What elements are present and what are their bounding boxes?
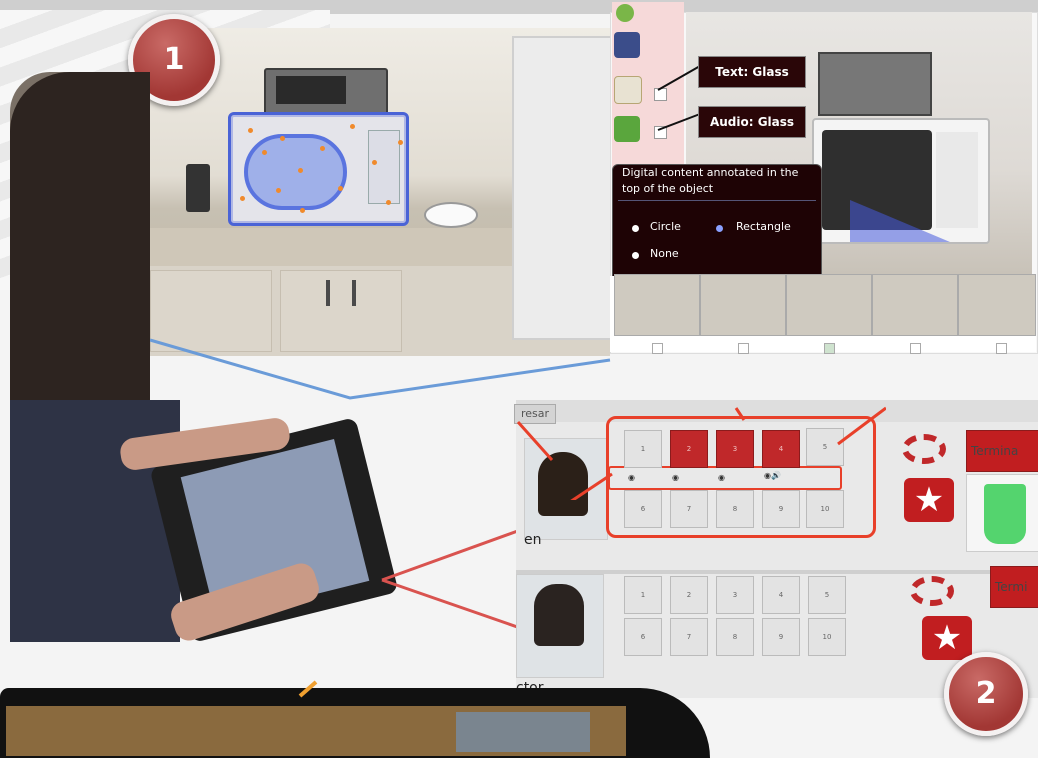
feature-point (350, 124, 355, 129)
option-rectangle-label[interactable]: Rectangle (736, 220, 791, 233)
cabinet-handle (326, 280, 330, 306)
star-reward-icon[interactable]: ★ (922, 616, 972, 660)
thumbnail-checkbox[interactable] (996, 343, 1007, 354)
activity-square[interactable]: 8 (716, 618, 754, 656)
text-annotation-label: Text: Glass (698, 56, 806, 88)
activity-square[interactable]: 4 (762, 576, 800, 614)
radio-none[interactable] (632, 252, 639, 259)
student-name: en (524, 532, 542, 548)
option-circle-label[interactable]: Circle (650, 220, 681, 233)
annotation-arrows (516, 406, 886, 500)
mobile-thumbnail (456, 712, 590, 752)
feature-point (386, 200, 391, 205)
help-lifebuoy-icon[interactable] (902, 434, 946, 464)
finish-button[interactable]: Termina (966, 430, 1038, 472)
thumbnail[interactable] (786, 274, 872, 336)
feature-point (240, 196, 245, 201)
thumbnail-checkbox[interactable] (910, 343, 921, 354)
activity-square[interactable]: 3 (716, 576, 754, 614)
feature-point (300, 208, 305, 213)
feature-point (248, 128, 253, 133)
feature-point (276, 188, 281, 193)
editor-microwave-panel (936, 132, 978, 228)
microwave-panel (368, 130, 400, 204)
orange-arrow (298, 680, 318, 698)
microwave-door (244, 134, 347, 210)
step-badge-2: 2 (944, 652, 1028, 736)
activity-square[interactable]: 1 (624, 576, 662, 614)
star-reward-icon[interactable]: ★ (904, 478, 954, 522)
connector-line (149, 338, 611, 400)
activity-square[interactable]: 2 (670, 576, 708, 614)
thumbnail[interactable] (872, 274, 958, 336)
feature-point (398, 140, 403, 145)
help-lifebuoy-icon[interactable] (910, 576, 954, 606)
radio-rectangle[interactable] (716, 225, 723, 232)
fridge (512, 36, 612, 340)
popup-title: Digital content annotated in the top of … (622, 166, 799, 195)
audio-icon[interactable] (614, 116, 640, 142)
toaster-window (276, 76, 346, 104)
edit-text-icon[interactable] (614, 76, 642, 104)
audio-annotation-label: Audio: Glass (698, 106, 806, 138)
plate (424, 202, 478, 228)
radio-circle[interactable] (632, 225, 639, 232)
popup-divider (618, 200, 816, 201)
activity-square[interactable]: 5 (808, 576, 846, 614)
canister (186, 164, 210, 212)
feature-point (298, 168, 303, 173)
activity-square[interactable]: 10 (808, 618, 846, 656)
add-icon[interactable] (616, 4, 634, 22)
feature-point (280, 136, 285, 141)
student-avatar (534, 584, 584, 646)
finish-button[interactable]: Termi (990, 566, 1038, 608)
activity-square[interactable]: 9 (762, 618, 800, 656)
activity-square[interactable]: 7 (670, 618, 708, 656)
editor-toaster (818, 52, 932, 116)
thumbnail[interactable] (614, 274, 700, 336)
thumbnail[interactable] (958, 274, 1036, 336)
person-hair (10, 72, 150, 402)
cabinet-handle (352, 280, 356, 306)
save-icon[interactable] (614, 32, 640, 58)
thumbnail-checkbox[interactable] (652, 343, 663, 354)
activity-square[interactable]: 6 (624, 618, 662, 656)
feature-point (372, 160, 377, 165)
thumbnail[interactable] (700, 274, 786, 336)
option-none-label[interactable]: None (650, 247, 679, 260)
thumbnail-checkbox[interactable] (824, 343, 835, 354)
zoom-lines (381, 526, 527, 632)
green-cup-image (984, 484, 1026, 544)
thumbnail-checkbox[interactable] (738, 343, 749, 354)
feature-point (338, 186, 343, 191)
feature-point (320, 146, 325, 151)
feature-point (262, 150, 267, 155)
